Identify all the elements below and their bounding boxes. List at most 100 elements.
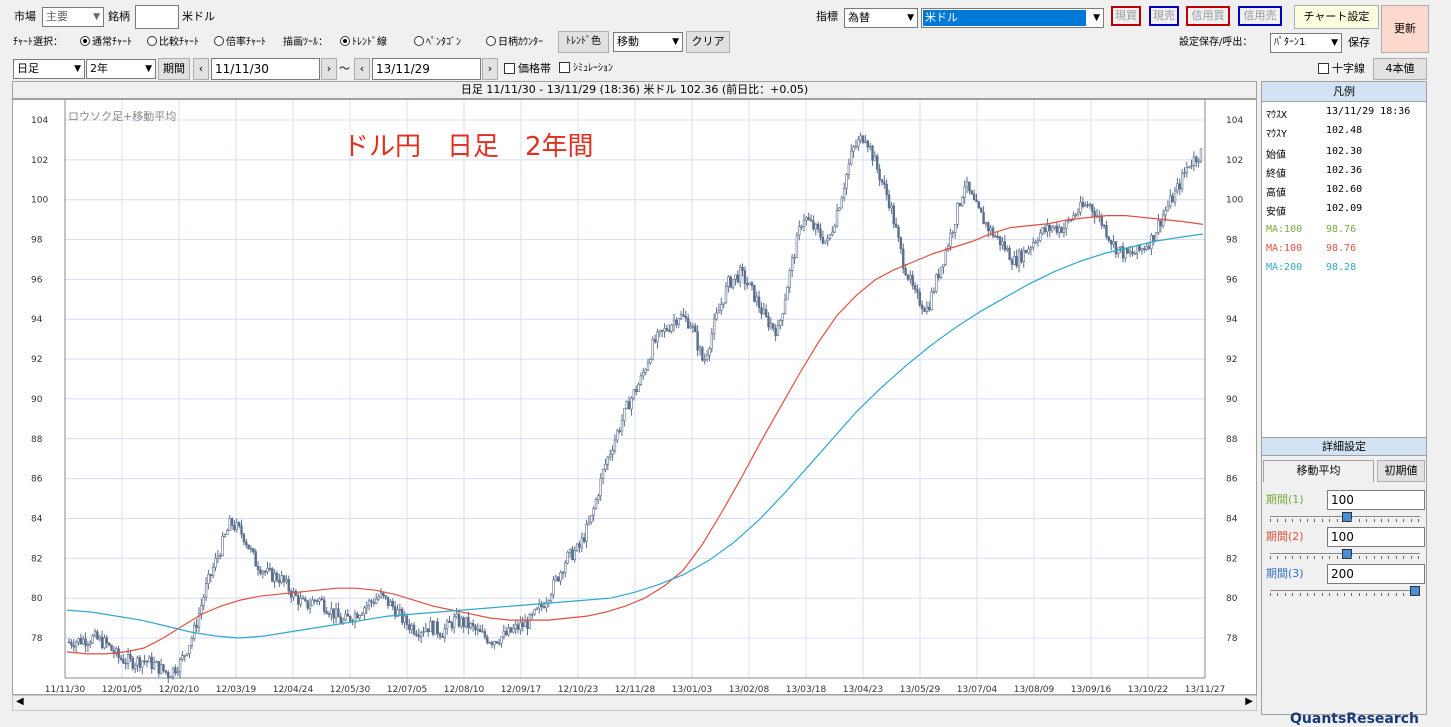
- candle-body: [282, 575, 286, 582]
- candle-body: [1048, 224, 1051, 231]
- legend-key: 始値: [1266, 150, 1286, 161]
- param3-slider[interactable]: [1270, 586, 1420, 596]
- candle-body: [519, 622, 522, 630]
- slider-tick: [1366, 519, 1368, 522]
- candle-body: [500, 636, 503, 644]
- candle-body: [812, 220, 815, 230]
- candle-body: [708, 348, 711, 356]
- span-select[interactable]: 2年 ▼: [86, 59, 156, 79]
- move-select[interactable]: 移動 ▼: [613, 32, 683, 52]
- draw-tool-trendline[interactable]: ﾄﾚﾝﾄﾞ線: [340, 36, 387, 50]
- param2-input[interactable]: 100: [1327, 527, 1425, 547]
- slider-tick: [1270, 556, 1271, 559]
- y-tick-label: 80: [1226, 594, 1238, 604]
- trend-color-button[interactable]: ﾄﾚﾝﾄﾞ色: [558, 31, 609, 53]
- end-next-button[interactable]: ›: [482, 58, 498, 80]
- candle-body: [599, 478, 602, 497]
- margin-buy-button[interactable]: 信用買: [1186, 6, 1230, 26]
- candle-body: [970, 190, 973, 195]
- clear-button[interactable]: クリア: [686, 31, 730, 53]
- simulation-checkbox[interactable]: ｼﾐｭﾚｰｼｮﾝ: [559, 62, 613, 76]
- end-prev-button[interactable]: ‹: [354, 58, 370, 80]
- start-next-button[interactable]: ›: [321, 58, 337, 80]
- candle-body: [1036, 240, 1040, 243]
- margin-sell-button[interactable]: 信用売: [1238, 6, 1282, 26]
- param2-slider[interactable]: [1270, 549, 1420, 559]
- tab-moving-average[interactable]: 移動平均: [1263, 460, 1374, 482]
- candle-body: [746, 283, 749, 286]
- candle-body: [736, 274, 740, 283]
- slider-tick: [1284, 519, 1286, 522]
- candle-body: [363, 607, 366, 615]
- market-select[interactable]: 主要 ▼: [42, 7, 104, 27]
- save-button[interactable]: 保存: [1348, 36, 1370, 50]
- chart-scrollbar[interactable]: ◀ ▶: [12, 695, 1257, 711]
- symbol-input[interactable]: [135, 5, 179, 29]
- candle-body: [1157, 220, 1160, 234]
- price-band-checkbox[interactable]: 価格帯: [504, 62, 551, 76]
- candle-body: [1180, 172, 1184, 190]
- candle-body: [679, 314, 683, 320]
- refresh-button[interactable]: 更新: [1381, 5, 1429, 53]
- crosshair-checkbox[interactable]: 十字線: [1318, 62, 1365, 76]
- candle-body: [398, 608, 402, 611]
- candle-body: [266, 568, 269, 572]
- scroll-right-icon[interactable]: ▶: [1245, 696, 1253, 707]
- y-tick-label: 98: [31, 236, 43, 246]
- draw-tool-day-counter[interactable]: 日柄ｶｳﾝﾀｰ: [486, 36, 543, 50]
- candle-body: [816, 224, 820, 230]
- slider-tick: [1373, 556, 1375, 559]
- param1-input[interactable]: 100: [1327, 490, 1425, 510]
- candle-body: [507, 627, 510, 636]
- draw-tool-pentagon[interactable]: ﾍﾟﾝﾀｺﾞﾝ: [414, 36, 461, 50]
- cash-sell-button[interactable]: 現売: [1149, 6, 1179, 26]
- y-tick-label: 94: [1226, 315, 1238, 325]
- indicator-select[interactable]: 為替 ▼: [844, 8, 918, 28]
- candle-body: [1102, 224, 1106, 227]
- x-tick-label: 12/10/23: [558, 685, 598, 695]
- candle-body: [644, 369, 647, 373]
- chart-canvas[interactable]: 104 102 100 98 96 94 92 90 88 86 84 82 80 78 104 102 10…: [12, 99, 1257, 695]
- slider-tick: [1321, 556, 1323, 559]
- slider-tick: [1388, 556, 1390, 559]
- candle-body: [1006, 248, 1009, 250]
- slider-tick: [1307, 593, 1308, 596]
- candle-body: [1124, 248, 1127, 259]
- slider-tick: [1314, 593, 1316, 596]
- init-values-button[interactable]: 初期値: [1377, 460, 1425, 482]
- cash-buy-button[interactable]: 現買: [1111, 6, 1141, 26]
- chart-type-ratio[interactable]: 倍率ﾁｬｰﾄ: [214, 36, 266, 50]
- candle-body: [897, 227, 900, 238]
- candle-body: [431, 621, 435, 635]
- period-type-select[interactable]: 日足 ▼: [13, 59, 85, 79]
- chart-type-normal[interactable]: 通常ﾁｬｰﾄ: [80, 36, 132, 50]
- chevron-down-icon: ▼: [1331, 38, 1338, 48]
- chart-header: 日足 11/11/30 - 13/11/29 (18:36) 米ドル 102.3…: [12, 81, 1257, 99]
- candle-body: [360, 613, 364, 616]
- candle-body: [245, 541, 248, 546]
- candle-body: [516, 624, 520, 630]
- period-button[interactable]: 期間: [158, 58, 190, 80]
- candle-body: [1046, 224, 1049, 232]
- pattern-select[interactable]: ﾊﾟﾀｰﾝ1 ▼: [1270, 33, 1342, 53]
- legend-value: 98.28: [1326, 262, 1357, 273]
- chart-settings-button[interactable]: チャート設定: [1294, 5, 1379, 29]
- start-prev-button[interactable]: ‹: [193, 58, 209, 80]
- candle-body: [240, 525, 243, 535]
- param3-input[interactable]: 200: [1327, 564, 1425, 584]
- candle-body: [261, 571, 264, 574]
- candle-body: [776, 325, 780, 336]
- chart-type-compare[interactable]: 比較ﾁｬｰﾄ: [147, 36, 199, 50]
- x-tick-label: 12/05/30: [330, 685, 371, 695]
- candle-body: [471, 623, 475, 627]
- candle-body: [185, 653, 189, 656]
- end-date-input[interactable]: 13/11/29: [372, 58, 481, 80]
- slider-tick: [1418, 519, 1419, 522]
- four-values-button[interactable]: 4本値: [1373, 58, 1427, 80]
- scroll-left-icon[interactable]: ◀: [16, 696, 24, 707]
- y-tick-label: 100: [31, 196, 48, 206]
- candle-body: [533, 609, 536, 615]
- start-date-input[interactable]: 11/11/30: [211, 58, 320, 80]
- param1-slider[interactable]: [1270, 512, 1420, 522]
- indicator-symbol-select[interactable]: 米ドル ▼: [921, 8, 1104, 28]
